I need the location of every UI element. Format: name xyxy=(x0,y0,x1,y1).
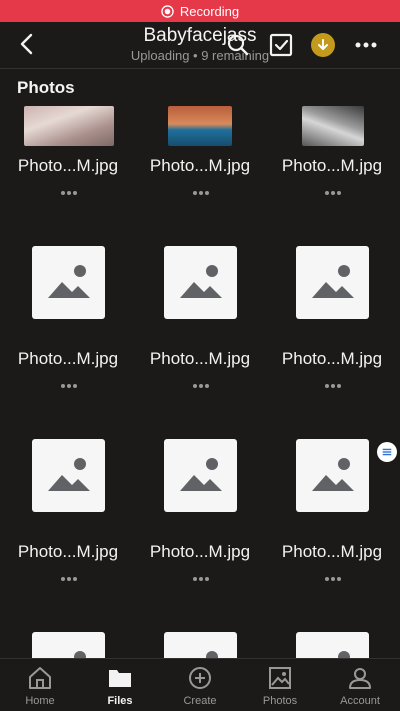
list-icon xyxy=(382,448,392,456)
tab-label: Account xyxy=(340,695,380,707)
app-header: Babyfacejass Uploading • 9 remaining xyxy=(0,22,400,68)
tab-home[interactable]: Home xyxy=(0,659,80,711)
recording-icon xyxy=(161,4,174,18)
file-item[interactable] xyxy=(266,486,398,658)
upload-arrow-icon xyxy=(318,39,328,50)
file-item[interactable]: Photo...M.jpg xyxy=(134,293,266,581)
image-placeholder-thumbnail xyxy=(164,632,237,658)
file-item[interactable] xyxy=(134,486,266,658)
select-checkbox-icon[interactable] xyxy=(268,32,294,58)
image-icon xyxy=(269,667,291,689)
home-icon xyxy=(29,667,51,689)
image-placeholder-thumbnail xyxy=(296,632,369,658)
tab-label: Create xyxy=(183,695,217,707)
tab-label: Files xyxy=(107,695,133,707)
upload-status: Uploading • 9 remaining xyxy=(130,48,270,63)
person-icon xyxy=(349,668,371,689)
tab-photos[interactable]: Photos xyxy=(240,659,320,711)
recording-bar[interactable]: Recording xyxy=(0,0,400,22)
file-item[interactable]: Photo...M.jpg xyxy=(2,100,134,388)
search-icon[interactable] xyxy=(225,32,251,58)
image-placeholder-thumbnail xyxy=(32,632,105,658)
file-grid[interactable]: Photo...M.jpg Photo...M.jpg Photo...M.jp… xyxy=(0,100,400,658)
image-placeholder-icon xyxy=(338,651,350,658)
floating-list-button[interactable] xyxy=(377,442,397,462)
file-item[interactable]: Photo...M.jpg xyxy=(134,100,266,388)
file-item[interactable] xyxy=(2,486,134,658)
recording-label: Recording xyxy=(179,3,240,19)
plus-circle-icon xyxy=(189,667,211,689)
image-placeholder-icon xyxy=(74,651,86,658)
header-divider xyxy=(0,68,400,69)
tab-label: Photos xyxy=(262,695,298,707)
section-title: Photos xyxy=(17,78,75,97)
folder-title: Babyfacejass xyxy=(143,25,257,46)
upload-progress-button[interactable] xyxy=(311,33,335,57)
file-item[interactable]: Photo...M.jpg xyxy=(266,100,398,388)
back-arrow-icon[interactable] xyxy=(14,30,42,58)
tab-create[interactable]: Create xyxy=(160,659,240,711)
folder-title-block: Babyfacejass Uploading • 9 remaining xyxy=(60,25,340,64)
tab-files[interactable]: Files xyxy=(80,659,160,711)
tab-label: Home xyxy=(25,695,55,707)
bottom-tab-bar: Home Files Create Photos Account xyxy=(0,658,400,711)
tab-account[interactable]: Account xyxy=(320,659,400,711)
file-item[interactable]: Photo...M.jpg xyxy=(2,293,134,581)
more-options-icon[interactable] xyxy=(353,32,379,58)
image-placeholder-icon xyxy=(206,651,218,658)
folder-icon xyxy=(109,670,131,687)
